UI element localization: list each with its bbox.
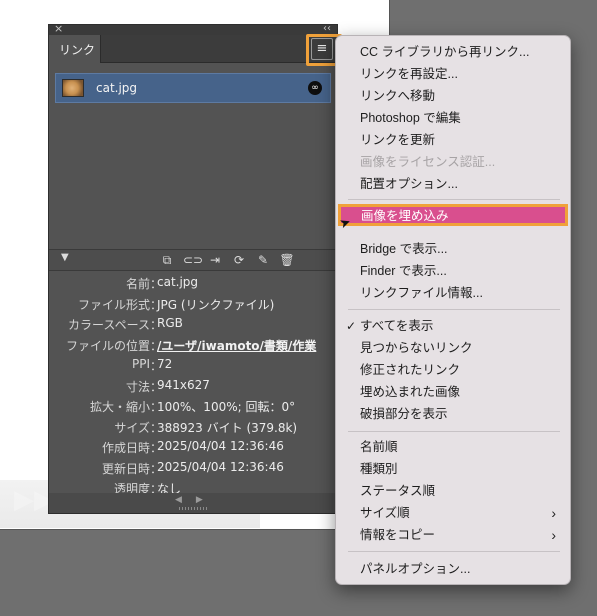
panel-tab-bar: リンク ≡: [49, 35, 337, 63]
chevron-right-icon: ›: [551, 505, 556, 521]
menu-item-show-all[interactable]: ✓ すべてを表示: [346, 316, 434, 336]
info-label: 寸法: [125, 379, 150, 394]
menu-separator: [348, 551, 560, 552]
menu-item-embed-image[interactable]: 画像を埋め込み: [338, 204, 568, 226]
info-row-scale: 拡大・縮小 ： 100%、100%; 回転：0°: [49, 396, 337, 417]
goto-link-icon[interactable]: ⇥: [207, 253, 223, 267]
menu-item-show-broken[interactable]: 破損部分を表示: [360, 404, 448, 424]
menu-item-show-bridge[interactable]: Bridge で表示...: [360, 239, 448, 259]
menu-item-sort-status[interactable]: ステータス順: [360, 481, 435, 501]
menu-separator: [348, 199, 560, 200]
menu-item-missing-links[interactable]: 見つからないリンク: [360, 338, 473, 358]
info-toggle-icon[interactable]: ▼: [61, 252, 69, 263]
menu-item-copy-info[interactable]: 情報をコピー: [360, 525, 435, 545]
menu-item-sort-name[interactable]: 名前順: [360, 437, 398, 457]
menu-separator: [348, 431, 560, 432]
info-label: ファイル形式: [77, 297, 150, 312]
menu-separator: [348, 309, 560, 310]
info-label: サイズ: [114, 420, 150, 435]
relink-icon[interactable]: ⊂⊃: [183, 253, 203, 267]
info-value: 941x627: [157, 377, 210, 392]
cat-thumbnail-icon: [62, 79, 84, 97]
relink-cc-icon[interactable]: ⧉: [159, 253, 175, 267]
info-row-size: サイズ ： 388923 バイト (379.8k): [49, 417, 337, 438]
info-row-ppi: PPI ： 72: [49, 355, 337, 376]
info-value: JPG (リンクファイル): [157, 297, 275, 312]
menu-item-license-image: 画像をライセンス認証...: [360, 155, 496, 169]
close-icon[interactable]: ×: [54, 22, 63, 36]
info-value: 2025/04/04 12:36:46: [157, 459, 284, 474]
collapse-icon[interactable]: ‹‹: [323, 22, 331, 36]
panel-bottom-bar: ◀▶: [49, 493, 337, 513]
file-location-link[interactable]: /ユーザ/iwamoto/書類/作業: [157, 337, 333, 354]
tab-links[interactable]: リンク: [49, 35, 101, 63]
menu-item-relink[interactable]: リンクを再設定...: [360, 64, 458, 84]
menu-item-update-link[interactable]: リンクを更新: [360, 130, 435, 150]
chevron-right-icon: ›: [551, 527, 556, 543]
menu-item-modified-links[interactable]: 修正されたリンク: [360, 360, 460, 380]
info-label: 作成日時: [101, 441, 150, 455]
menu-item-embed-image-label: 画像を埋め込み: [361, 209, 449, 223]
info-row-format: ファイル形式 ： JPG (リンクファイル): [49, 294, 337, 315]
info-value: 100%、100%; 回転：0°: [157, 400, 296, 414]
info-value: 2025/04/04 12:36:46: [157, 439, 284, 453]
links-toolbar: ▼ ⧉ ⊂⊃ ⇥ ⟳ ✎ 🗑: [49, 249, 337, 271]
info-value: 388923 バイト (379.8k): [157, 420, 298, 435]
menu-item-edit-photoshop[interactable]: Photoshop で編集: [360, 108, 461, 128]
info-row-modified: 更新日時 ： 2025/04/04 12:36:46: [49, 458, 337, 479]
prev-next-arrows-icon[interactable]: ◀▶: [175, 495, 217, 505]
links-list: cat.jpg ∞: [49, 65, 337, 249]
panel-menu-button[interactable]: ≡: [311, 38, 333, 60]
menu-item-sort-size[interactable]: サイズ順: [360, 503, 410, 523]
menu-item-show-all-label: すべてを表示: [360, 319, 434, 333]
resize-grip-icon[interactable]: [179, 507, 207, 510]
delete-icon[interactable]: 🗑: [279, 253, 295, 267]
info-label: PPI: [131, 357, 150, 371]
info-label: 名前: [125, 277, 150, 291]
info-value: cat.jpg: [157, 275, 199, 289]
info-row-name: 名前 ： cat.jpg: [49, 273, 337, 294]
links-panel: × ‹‹ リンク ≡ cat.jpg ∞ ▼ ⧉ ⊂⊃ ⇥ ⟳ ✎ 🗑 名前 ：…: [48, 22, 338, 514]
info-label: ファイルの位置: [65, 338, 150, 353]
edit-original-icon[interactable]: ✎: [255, 253, 271, 267]
info-row-location: ファイルの位置 ： /ユーザ/iwamoto/書類/作業: [49, 335, 337, 356]
menu-item-embedded-images[interactable]: 埋め込まれた画像: [360, 382, 460, 402]
checkmark-icon: ✓: [346, 319, 357, 333]
panel-title-bar[interactable]: × ‹‹: [49, 22, 337, 36]
update-link-icon[interactable]: ⟳: [231, 253, 247, 267]
info-value: RGB: [157, 316, 183, 330]
link-item-name: cat.jpg: [96, 81, 138, 95]
info-row-colorspace: カラースペース ： RGB: [49, 314, 337, 335]
menu-item-goto-link[interactable]: リンクへ移動: [360, 86, 435, 106]
menu-item-link-file-info[interactable]: リンクファイル情報...: [360, 283, 483, 303]
info-label: 拡大・縮小: [89, 400, 150, 414]
panel-context-menu: CC ライブラリから再リンク... リンクを再設定... リンクへ移動 Phot…: [335, 35, 571, 585]
info-label: 更新日時: [101, 461, 150, 476]
menu-item-placement-options[interactable]: 配置オプション...: [360, 174, 458, 194]
menu-item-show-finder[interactable]: Finder で表示...: [360, 261, 447, 281]
menu-item-relink-cc[interactable]: CC ライブラリから再リンク...: [360, 42, 529, 62]
menu-item-panel-options[interactable]: パネルオプション...: [360, 559, 470, 579]
link-item-row[interactable]: cat.jpg ∞: [55, 73, 331, 103]
info-row-created: 作成日時 ： 2025/04/04 12:36:46: [49, 437, 337, 458]
embed-status-icon: ∞: [308, 81, 322, 95]
info-label: カラースペース: [68, 318, 150, 332]
info-row-dimensions: 寸法 ： 941x627: [49, 376, 337, 397]
link-info-section: 名前 ： cat.jpg ファイル形式 ： JPG (リンクファイル) カラース…: [49, 273, 337, 499]
info-value: 72: [157, 357, 173, 371]
menu-item-sort-type[interactable]: 種類別: [360, 459, 398, 479]
